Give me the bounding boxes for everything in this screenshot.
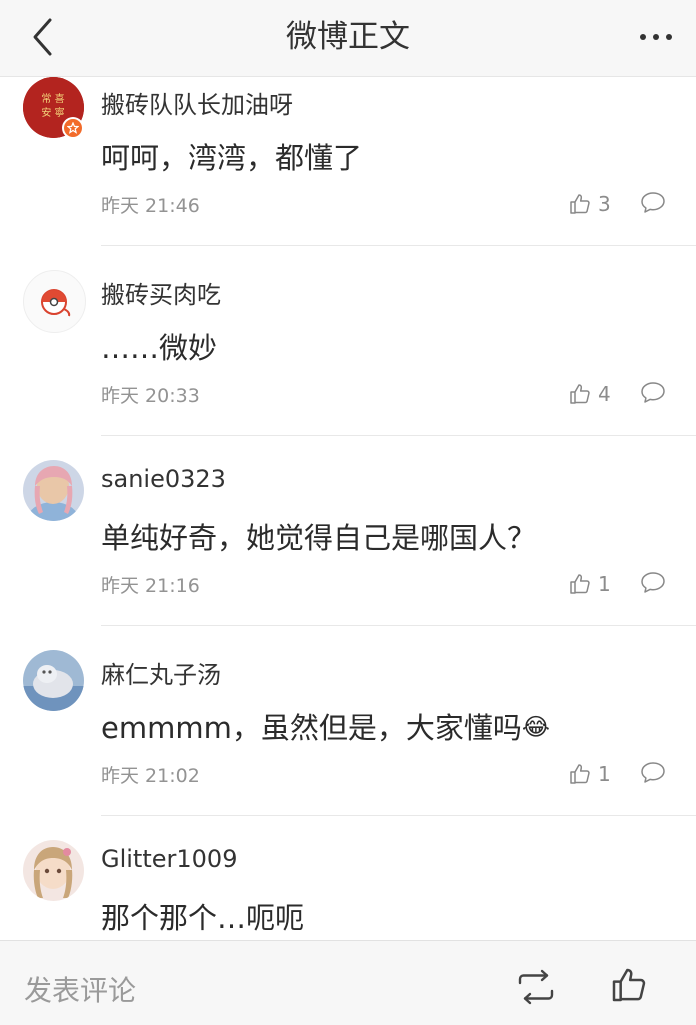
more-options-button[interactable] bbox=[634, 14, 678, 60]
comment-time: 昨天 20:33 bbox=[101, 385, 200, 407]
comment-username[interactable]: sanie0323 bbox=[101, 465, 226, 493]
verified-badge bbox=[62, 117, 84, 139]
comment-time: 昨天 21:46 bbox=[101, 195, 200, 217]
comment-username[interactable]: 麻仁丸子汤 bbox=[101, 655, 221, 690]
reply-button[interactable] bbox=[639, 189, 669, 219]
avatar-image bbox=[41, 289, 71, 317]
reply-button[interactable] bbox=[639, 569, 669, 599]
svg-text:安 寧: 安 寧 bbox=[41, 106, 64, 119]
reply-button[interactable] bbox=[639, 759, 669, 789]
like-count: 4 bbox=[598, 382, 611, 406]
like-button[interactable]: 1 bbox=[568, 569, 611, 599]
speech-bubble-icon bbox=[641, 762, 665, 783]
thumbs-up-icon bbox=[570, 574, 590, 594]
speech-bubble-icon bbox=[641, 192, 665, 213]
comment-item: sanie0323 单纯好奇，她觉得自己是哪国人？ 昨天 21:16 1 bbox=[0, 457, 696, 647]
avatar-image bbox=[23, 460, 84, 521]
avatar[interactable] bbox=[23, 460, 84, 521]
comment-input[interactable]: 发表评论 bbox=[24, 969, 136, 1009]
top-nav-bar: 微博正文 bbox=[0, 0, 696, 77]
repost-icon bbox=[518, 969, 554, 1005]
repost-button[interactable] bbox=[514, 969, 558, 1005]
comment-text: 单纯好奇，她觉得自己是哪国人？ bbox=[101, 521, 537, 555]
comment-text: emmmm，虽然但是，大家懂吗😂 bbox=[101, 705, 550, 747]
comment-username[interactable]: Glitter1009 bbox=[101, 845, 237, 873]
comment-item: 搬砖买肉吃 ……微妙 昨天 20:33 4 bbox=[0, 267, 696, 457]
ellipsis-icon bbox=[640, 34, 672, 40]
comment-text-body: emmmm，虽然但是，大家懂吗 bbox=[101, 711, 522, 745]
divider bbox=[101, 435, 696, 436]
like-button[interactable]: 3 bbox=[568, 189, 611, 219]
thumbs-up-icon bbox=[570, 764, 590, 784]
avatar-image bbox=[23, 840, 84, 901]
star-icon bbox=[67, 122, 79, 134]
avatar[interactable] bbox=[23, 840, 84, 901]
speech-bubble-icon bbox=[641, 572, 665, 593]
comment-text: 那个那个…呃呃 bbox=[101, 901, 305, 935]
like-post-button[interactable] bbox=[609, 965, 653, 1009]
comment-time: 昨天 21:16 bbox=[101, 575, 200, 597]
comment-username[interactable]: 搬砖买肉吃 bbox=[101, 275, 221, 310]
thumbs-up-icon bbox=[612, 968, 646, 1002]
speech-bubble-icon bbox=[641, 382, 665, 403]
comment-item: Glitter1009 那个那个…呃呃 bbox=[0, 837, 696, 940]
svg-text:常 喜: 常 喜 bbox=[41, 92, 64, 105]
thumbs-up-icon bbox=[570, 384, 590, 404]
divider bbox=[101, 815, 696, 816]
page-title: 微博正文 bbox=[286, 19, 410, 55]
divider bbox=[101, 245, 696, 246]
comment-item: 麻仁丸子汤 emmmm，虽然但是，大家懂吗😂 昨天 21:02 1 bbox=[0, 647, 696, 837]
back-button[interactable] bbox=[22, 14, 62, 60]
comment-time: 昨天 21:02 bbox=[101, 765, 200, 787]
comment-item: 常 喜 安 寧 搬砖队队长加油呀 呵呵，湾湾，都懂了 昨天 21:46 3 bbox=[0, 77, 696, 267]
chevron-left-icon bbox=[33, 18, 52, 56]
avatar[interactable] bbox=[23, 270, 86, 333]
like-count: 3 bbox=[598, 192, 611, 216]
comment-text: 呵呵，湾湾，都懂了 bbox=[101, 141, 363, 175]
reply-button[interactable] bbox=[639, 379, 669, 409]
avatar-image bbox=[23, 650, 84, 711]
comment-list: 常 喜 安 寧 搬砖队队长加油呀 呵呵，湾湾，都懂了 昨天 21:46 3 搬砖… bbox=[0, 77, 696, 940]
like-button[interactable]: 1 bbox=[568, 759, 611, 789]
comment-username[interactable]: 搬砖队队长加油呀 bbox=[101, 85, 293, 120]
like-count: 1 bbox=[598, 572, 611, 596]
like-count: 1 bbox=[598, 762, 611, 786]
bottom-action-bar: 发表评论 bbox=[0, 940, 696, 1025]
thumbs-up-icon bbox=[570, 194, 590, 214]
divider bbox=[101, 625, 696, 626]
like-button[interactable]: 4 bbox=[568, 379, 611, 409]
comment-text: ……微妙 bbox=[101, 331, 218, 365]
laughing-crying-emoji-icon: 😂 bbox=[521, 713, 550, 741]
avatar[interactable] bbox=[23, 650, 84, 711]
